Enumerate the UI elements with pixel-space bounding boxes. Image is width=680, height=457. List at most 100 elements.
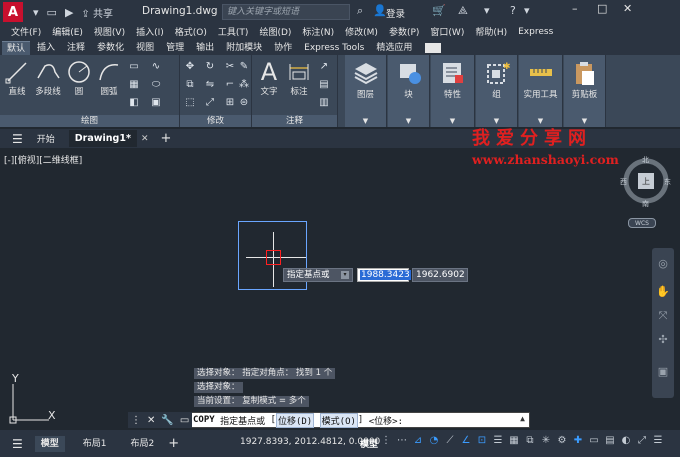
object-snap-tracking-icon[interactable]: ∠ — [460, 434, 472, 448]
viewcube-north[interactable]: 北 — [642, 155, 649, 165]
tab-express-tools[interactable]: Express Tools — [299, 41, 369, 55]
tab-manage[interactable]: 管理 — [161, 41, 189, 55]
tab-layout1[interactable]: 布局1 — [77, 436, 113, 452]
tab-start[interactable]: 开始 — [37, 132, 55, 145]
autodesk-a360-icon[interactable]: ⟁ — [458, 4, 468, 18]
workspace-icon[interactable]: ⚙ — [556, 434, 568, 448]
cart-icon[interactable]: 🛒 — [432, 4, 446, 17]
transparency-icon[interactable]: ▦ — [508, 434, 520, 448]
dynamic-input-prompt[interactable]: 指定基点或 ▾ — [283, 268, 353, 282]
menu-window[interactable]: 窗口(W) — [430, 25, 464, 38]
ortho-icon[interactable]: ⊿ — [412, 434, 424, 448]
search-icon[interactable]: ⌕ — [357, 4, 363, 18]
offset-icon[interactable]: ⊜ — [238, 97, 250, 109]
option-displacement[interactable]: 位移(D) — [275, 412, 315, 428]
explode-icon[interactable]: ⁂ — [238, 79, 250, 91]
line-tool[interactable]: 直线 — [4, 59, 30, 97]
viewcube-west[interactable]: 西 — [620, 177, 627, 187]
polar-icon[interactable]: ◔ — [428, 434, 440, 448]
hatch-icon[interactable]: ▦ — [128, 79, 140, 91]
minimize-button[interactable]: – — [572, 2, 578, 15]
lineweight-icon[interactable]: ☰ — [492, 434, 504, 448]
app-menu-button[interactable]: A — [3, 2, 23, 22]
annotation-panel-title[interactable]: 注释 — [252, 115, 337, 127]
menu-dimension[interactable]: 标注(N) — [302, 25, 334, 38]
menu-view[interactable]: 视图(V) — [94, 25, 125, 38]
tab-output[interactable]: 输出 — [191, 41, 219, 55]
clipboard-button[interactable]: 剪贴板 ▼ — [564, 55, 606, 127]
recent-commands-icon[interactable]: ▲ — [520, 414, 525, 423]
menu-dropdown-icon[interactable]: ▾ — [33, 6, 39, 19]
boundary-icon[interactable]: ▣ — [150, 97, 162, 109]
utilities-button[interactable]: 实用工具 ▼ — [519, 55, 563, 127]
scale-icon[interactable]: ⤢ — [204, 97, 216, 109]
menu-format[interactable]: 格式(O) — [175, 25, 207, 38]
search-input[interactable]: 键入关键字或短语 — [222, 4, 350, 20]
layout-menu-icon[interactable]: ☰ — [12, 437, 23, 451]
polyline-tool[interactable]: 多段线 — [32, 59, 64, 97]
array-icon[interactable]: ⊞ — [224, 97, 236, 109]
modify-panel-title[interactable]: 修改 — [180, 115, 251, 127]
fullscreen-icon[interactable]: ⤢ — [636, 434, 648, 448]
tab-layout2[interactable]: 布局2 — [125, 436, 161, 452]
viewcube-south[interactable]: 南 — [642, 199, 649, 209]
tab-model[interactable]: 模型 — [34, 435, 65, 452]
rectangle-icon[interactable]: ▭ — [128, 61, 140, 73]
annotation-scale-icon[interactable]: ✳ — [540, 434, 552, 448]
viewcube[interactable]: 北 南 西 东 上 — [620, 155, 672, 209]
viewcube-east[interactable]: 东 — [664, 177, 671, 187]
login-button[interactable]: 登录 — [386, 6, 405, 20]
tab-insert[interactable]: 插入 — [32, 41, 60, 55]
mirror-icon[interactable]: ⇋ — [204, 79, 216, 91]
new-file-icon[interactable]: ▭ — [47, 6, 57, 19]
new-tab-icon[interactable]: + — [160, 131, 171, 146]
rotate-icon[interactable]: ↻ — [204, 61, 216, 73]
grip-icon[interactable]: ⋮ — [131, 415, 141, 426]
menu-file[interactable]: 文件(F) — [11, 25, 41, 38]
customize-status-icon[interactable]: ☰ — [652, 434, 664, 448]
dynamic-input-x[interactable]: 1988.3423 — [357, 268, 411, 282]
open-file-icon[interactable]: ▶ — [65, 6, 73, 19]
close-button[interactable]: ✕ — [623, 2, 632, 15]
close-tab-icon[interactable]: ✕ — [141, 134, 149, 144]
customize-icon[interactable]: 🔧 — [161, 415, 173, 426]
close-icon[interactable]: ✕ — [147, 415, 155, 426]
isodraft-icon[interactable]: ⟋ — [444, 434, 456, 448]
tab-annotate[interactable]: 注释 — [62, 41, 90, 55]
menu-draw[interactable]: 绘图(D) — [259, 25, 291, 38]
maximize-button[interactable]: □ — [597, 2, 607, 15]
object-snap-icon[interactable]: ⊡ — [476, 434, 488, 448]
dropdown-icon[interactable]: ▾ — [341, 271, 349, 279]
erase-icon[interactable]: ✎ — [238, 61, 250, 73]
snap-icon[interactable]: ⋯ — [396, 434, 408, 448]
dimension-tool[interactable]: 标注 — [286, 59, 312, 97]
tab-addins[interactable]: 附加模块 — [221, 41, 267, 55]
markup-icon[interactable]: ▥ — [318, 97, 330, 109]
text-tool[interactable]: A 文字 — [256, 58, 282, 97]
tab-featured-apps[interactable]: 精选应用 — [371, 41, 417, 55]
dynamic-input-y[interactable]: 1962.6902 — [412, 268, 468, 282]
menu-express[interactable]: Express — [518, 27, 553, 37]
tab-drawing1[interactable]: Drawing1* — [68, 130, 137, 147]
tab-home[interactable]: 默认 — [2, 41, 31, 55]
block-button[interactable]: 块 ▼ — [388, 55, 430, 127]
wcs-menu[interactable]: WCS — [628, 218, 656, 228]
annotation-monitor-icon[interactable]: ✚ — [572, 434, 584, 448]
isolate-objects-icon[interactable]: ◐ — [620, 434, 632, 448]
tab-collaborate[interactable]: 协作 — [269, 41, 297, 55]
properties-button[interactable]: 特性 ▼ — [431, 55, 475, 127]
tab-parametric[interactable]: 参数化 — [92, 41, 129, 55]
showmotion-icon[interactable]: ▣ — [655, 364, 671, 380]
move-icon[interactable]: ✥ — [184, 61, 196, 73]
menu-tools[interactable]: 工具(T) — [218, 25, 249, 38]
command-search-icon[interactable]: ▭ — [180, 415, 189, 426]
trim-icon[interactable]: ✂ — [224, 61, 236, 73]
copy-icon[interactable]: ⧉ — [184, 79, 196, 91]
fillet-icon[interactable]: ⌐ — [224, 79, 236, 91]
gradient-icon[interactable]: ◧ — [128, 97, 140, 109]
viewcube-top-face[interactable]: 上 — [642, 176, 650, 187]
share-button[interactable]: ⇪ 共享 — [81, 5, 113, 20]
help-dropdown-icon[interactable]: ▾ — [524, 4, 530, 17]
viewport-controls[interactable]: [-][俯视][二维线框] — [4, 153, 82, 166]
selection-cycling-icon[interactable]: ⧉ — [524, 434, 536, 448]
